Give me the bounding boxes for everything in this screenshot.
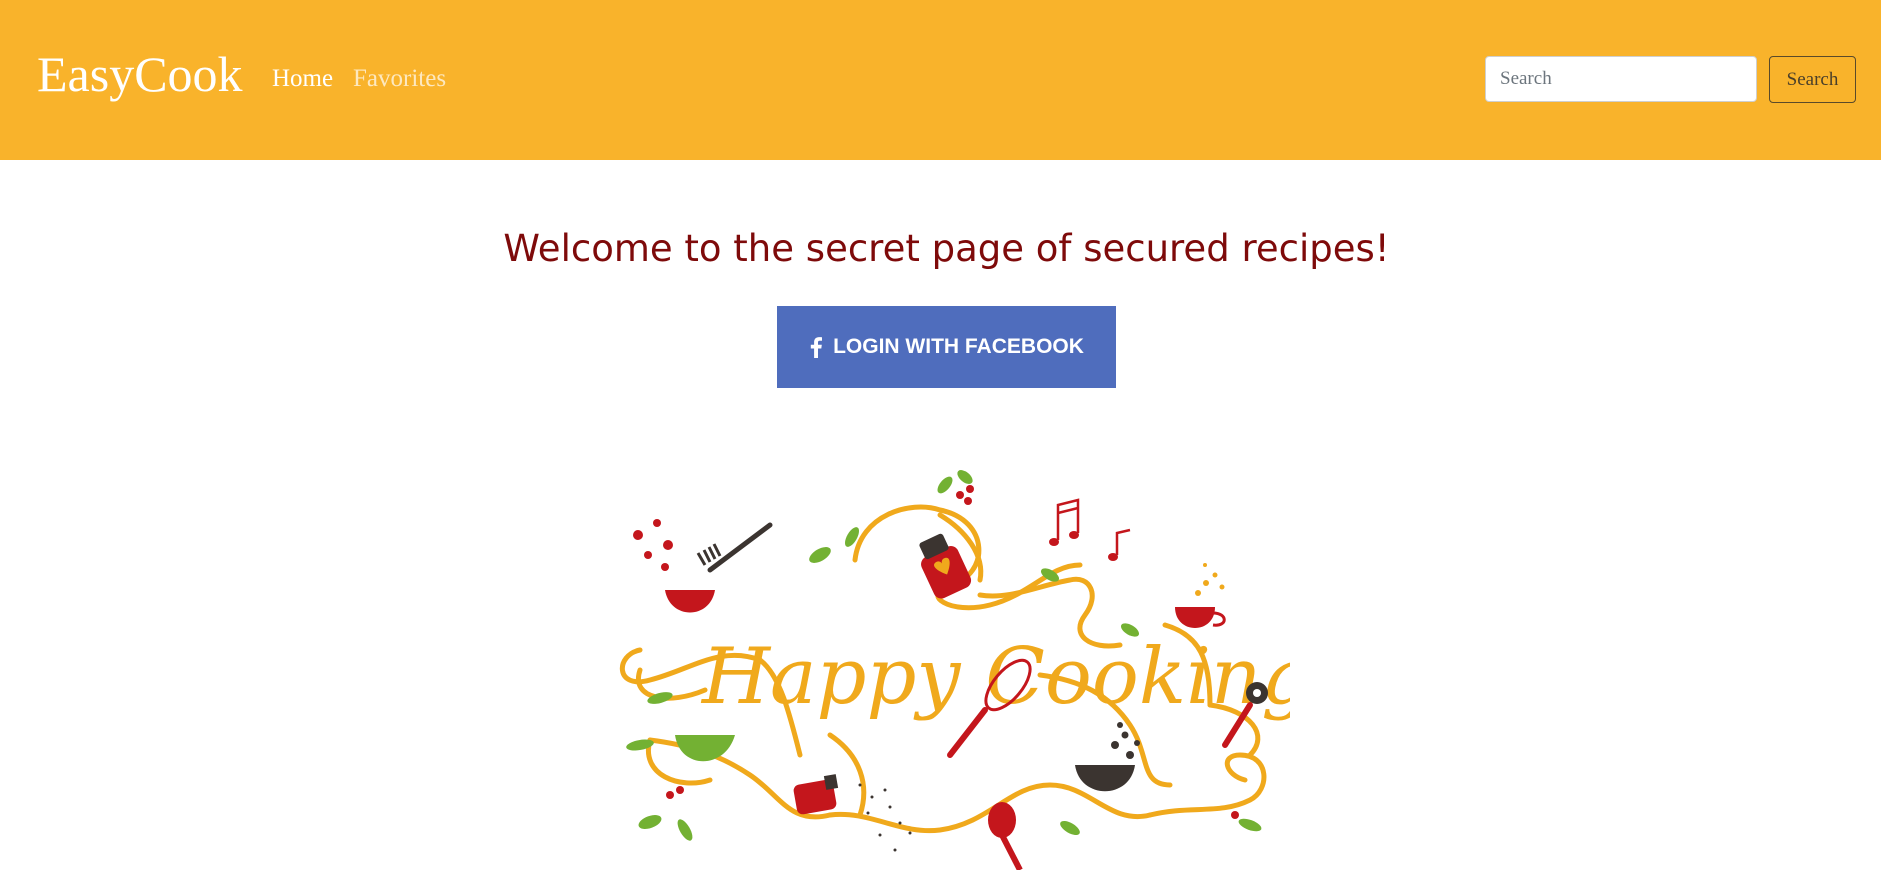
navbar: EasyCook Home Favorites Search — [0, 0, 1881, 160]
happy-cooking-illustration: Happy Cooking — [610, 455, 1290, 870]
nav-link-favorites[interactable]: Favorites — [353, 64, 446, 94]
search-input[interactable] — [1485, 56, 1757, 102]
brand-logo[interactable]: EasyCook — [37, 44, 243, 104]
login-with-facebook-button[interactable]: LOGIN WITH FACEBOOK — [777, 306, 1116, 388]
search-button[interactable]: Search — [1769, 56, 1856, 103]
facebook-icon — [809, 336, 823, 358]
login-button-label: LOGIN WITH FACEBOOK — [833, 335, 1084, 358]
nav-link-home[interactable]: Home — [272, 64, 333, 94]
welcome-heading: Welcome to the secret page of secured re… — [503, 227, 1390, 270]
